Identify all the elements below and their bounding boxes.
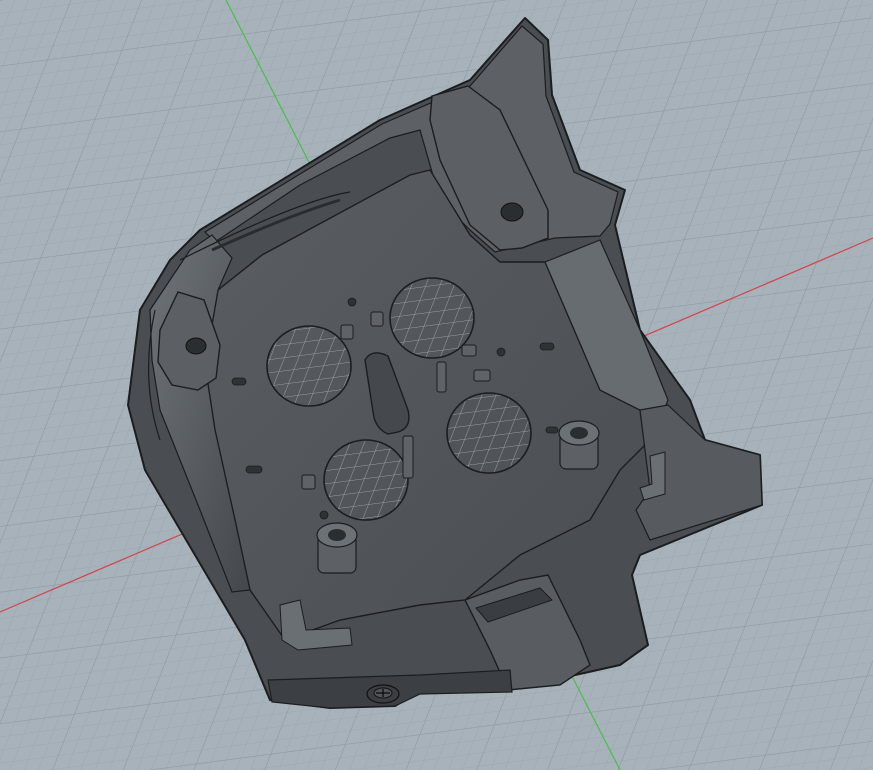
- standoff-bottom-left: [316, 522, 358, 574]
- hole-top-right: [389, 277, 475, 359]
- cad-viewport[interactable]: [0, 0, 873, 770]
- hole-bottom-left: [323, 439, 409, 521]
- post-hole-top-right: [500, 202, 524, 222]
- post-hole-left: [185, 337, 207, 355]
- standoff-right: [558, 420, 600, 470]
- hole-bottom-right: [446, 392, 532, 474]
- viewport-canvas[interactable]: [0, 0, 873, 770]
- hole-top-left: [266, 325, 352, 407]
- screw-head-icon: [366, 684, 400, 704]
